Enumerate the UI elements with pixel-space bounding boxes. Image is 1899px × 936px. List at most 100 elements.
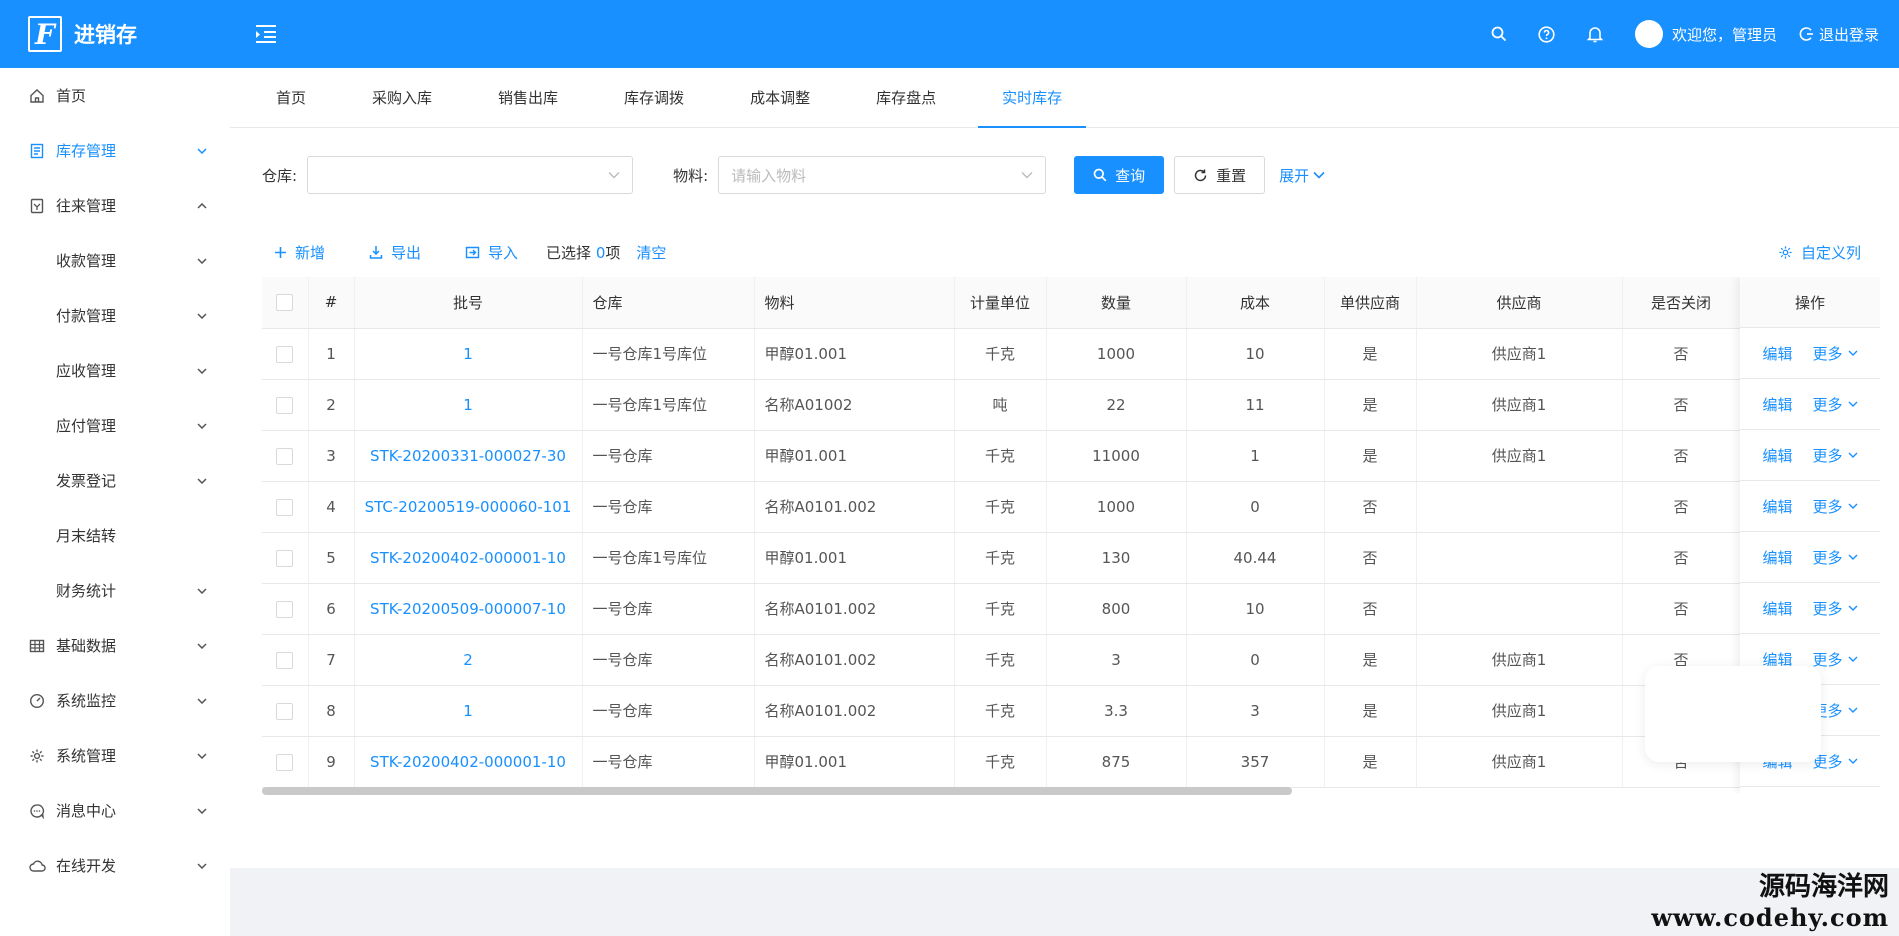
horizontal-scrollbar[interactable] (262, 787, 1292, 795)
sidebar-item-label: 应付管理 (56, 417, 117, 435)
material-select[interactable]: 请输入物料 (718, 156, 1047, 194)
export-button[interactable]: 导出 (369, 242, 421, 263)
more-dropdown[interactable]: 更多 (1813, 649, 1858, 670)
cell-index: 5 (308, 532, 355, 584)
sidebar-item-finance-stats[interactable]: 财务统计 (0, 563, 230, 618)
sidebar-item-receivables[interactable]: 应收管理 (0, 343, 230, 398)
table-row[interactable]: 21一号仓库1号库位名称A01002吨2211是供应商1否20 (262, 379, 1880, 431)
query-button[interactable]: 查询 (1074, 156, 1165, 194)
more-dropdown[interactable]: 更多 (1813, 343, 1858, 364)
logout-button[interactable]: 退出登录 (1799, 24, 1879, 45)
import-button[interactable]: 导入 (465, 242, 518, 263)
cell-supplier (1416, 481, 1623, 533)
chevron-down-icon (1021, 172, 1033, 179)
row-checkbox[interactable] (262, 430, 309, 482)
cell-batch[interactable]: STK-20200402-000001-10 (354, 736, 583, 788)
expand-filters-link[interactable]: 展开 (1279, 165, 1325, 186)
warehouse-select[interactable] (307, 156, 634, 194)
cell-single-supplier: 是 (1324, 634, 1417, 686)
table-row[interactable]: 5 STK-20200402-000001-10 一号仓库1号库位 甲醇01.001 千… (262, 532, 1880, 584)
more-dropdown[interactable]: 更多 (1813, 445, 1858, 466)
sidebar-item-label: 月末结转 (56, 527, 117, 545)
clear-selection-link[interactable]: 清空 (636, 242, 666, 263)
add-button[interactable]: 新增 (274, 242, 325, 263)
table-row[interactable]: 72一号仓库名称A0101.002千克30是供应商1否20 (262, 634, 1880, 686)
row-checkbox[interactable] (262, 328, 309, 380)
row-checkbox[interactable] (262, 481, 309, 533)
cell-batch[interactable]: 1 (354, 685, 583, 737)
cell-batch[interactable]: STC-20200519-000060-101 (354, 481, 583, 533)
table-row[interactable]: 11一号仓库1号库位甲醇01.001千克100010是供应商1否20 (262, 328, 1880, 380)
cell-batch[interactable]: 1 (354, 379, 583, 431)
more-dropdown[interactable]: 更多 (1813, 394, 1858, 415)
tab-cost-adjust[interactable]: 成本调整 (726, 67, 834, 127)
edit-link[interactable]: 编辑 (1762, 496, 1792, 517)
edit-link[interactable]: 编辑 (1762, 547, 1792, 568)
cell-batch[interactable]: 2 (354, 634, 583, 686)
help-icon[interactable] (1523, 0, 1571, 68)
edit-link[interactable]: 编辑 (1762, 445, 1792, 466)
tab-realtime-stock[interactable]: 实时库存 (978, 67, 1087, 128)
custom-columns-button[interactable]: 自定义列 (1778, 242, 1861, 263)
cell-index: 3 (308, 430, 355, 482)
overlay-popup (1645, 666, 1821, 762)
edit-link[interactable]: 编辑 (1762, 598, 1792, 619)
tab-sales-out[interactable]: 销售出库 (474, 67, 582, 127)
chevron-down-icon (196, 860, 208, 872)
menu-collapse-icon[interactable] (252, 20, 280, 48)
more-dropdown[interactable]: 更多 (1813, 598, 1858, 619)
user-menu[interactable]: 欢迎您，管理员 (1634, 20, 1777, 48)
row-checkbox[interactable] (262, 685, 309, 737)
sidebar-item-month-end[interactable]: 月末结转 (0, 508, 230, 563)
cell-batch[interactable]: STK-20200402-000001-10 (354, 532, 583, 584)
tab-transfer[interactable]: 库存调拨 (600, 67, 708, 127)
operations-cell: 编辑 更多 (1740, 328, 1880, 379)
tab-purchase-in[interactable]: 采购入库 (348, 67, 456, 127)
sidebar-item-system[interactable]: 系统管理 (0, 728, 230, 783)
sidebar-item-base-data[interactable]: 基础数据 (0, 618, 230, 673)
edit-link[interactable]: 编辑 (1762, 394, 1792, 415)
cell-batch[interactable]: 1 (354, 328, 583, 380)
plus-icon (275, 246, 286, 258)
cell-warehouse: 一号仓库1号库位 (582, 532, 755, 584)
row-checkbox[interactable] (262, 379, 309, 431)
search-icon[interactable] (1475, 0, 1523, 68)
sidebar-item-payables[interactable]: 应付管理 (0, 398, 230, 453)
chevron-down-icon (196, 585, 208, 597)
sidebar-item-transactions[interactable]: 往来管理 (0, 178, 230, 233)
row-checkbox[interactable] (262, 532, 309, 584)
reset-button[interactable]: 重置 (1174, 156, 1266, 194)
table-row[interactable]: 4 STC-20200519-000060-101 一号仓库 名称A0101.002 千… (262, 481, 1880, 533)
select-all-checkbox[interactable] (262, 277, 309, 329)
selection-count: 0 (595, 243, 606, 262)
row-checkbox[interactable] (262, 736, 309, 788)
more-dropdown[interactable]: 更多 (1813, 496, 1858, 517)
search-icon (1093, 168, 1107, 182)
table-row[interactable]: 9 STK-20200402-000001-10 一号仓库 甲醇01.001 千克 875… (262, 736, 1880, 788)
tab-home[interactable]: 首页 (252, 67, 330, 127)
row-checkbox[interactable] (262, 583, 309, 635)
row-checkbox[interactable] (262, 634, 309, 686)
sidebar-item-monitor[interactable]: 系统监控 (0, 673, 230, 728)
sidebar-item-receipts[interactable]: 收款管理 (0, 233, 230, 288)
cell-supplier: 供应商1 (1416, 430, 1623, 482)
data-table: # 批号 仓库 物料 计量单位 数量 成本 单供应商 供应商 是否关闭 t 11… (262, 277, 1880, 788)
sidebar-item-invoices[interactable]: 发票登记 (0, 453, 230, 508)
sidebar-item-home[interactable]: 首页 (0, 68, 230, 123)
cell-batch[interactable]: STK-20200331-000027-30 (354, 430, 583, 482)
table-row[interactable]: 3 STK-20200331-000027-30 一号仓库 甲醇01.001 千克 110… (262, 430, 1880, 482)
chevron-up-icon (196, 200, 208, 212)
sidebar-item-inventory[interactable]: 库存管理 (0, 123, 230, 178)
edit-link[interactable]: 编辑 (1762, 343, 1792, 364)
table-row[interactable]: 8 1 一号仓库 名称A0101.002 千克 3.3 3 是供应商1 (262, 685, 1880, 737)
sidebar-item-payments[interactable]: 付款管理 (0, 288, 230, 343)
app-logo[interactable]: F 进销存 (0, 16, 230, 52)
cell-warehouse: 一号仓库 (582, 634, 755, 686)
bell-icon[interactable] (1571, 0, 1619, 68)
sidebar-item-messages[interactable]: 消息中心 (0, 783, 230, 838)
table-row[interactable]: 6 STK-20200509-000007-10 一号仓库 名称A0101.002 千克… (262, 583, 1880, 635)
tab-stocktake[interactable]: 库存盘点 (852, 67, 960, 127)
cell-batch[interactable]: STK-20200509-000007-10 (354, 583, 583, 635)
sidebar-item-online-dev[interactable]: 在线开发 (0, 838, 230, 893)
more-dropdown[interactable]: 更多 (1813, 547, 1858, 568)
